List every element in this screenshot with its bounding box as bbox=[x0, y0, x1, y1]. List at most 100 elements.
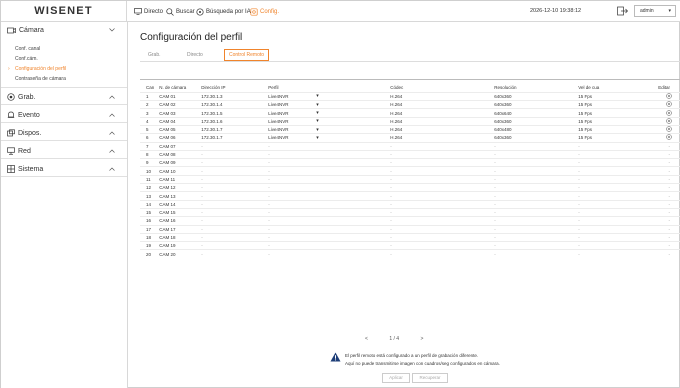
edit-icon[interactable] bbox=[666, 101, 673, 107]
tab-record[interactable]: Grab. bbox=[148, 49, 161, 61]
datetime-display: 2026-12-10 19:38:12 bbox=[530, 8, 582, 14]
cell-profile-select[interactable]: ▾ bbox=[316, 109, 390, 117]
nav-live[interactable]: Directo bbox=[134, 1, 163, 22]
page-title: Configuración del perfil bbox=[140, 32, 243, 43]
cell-codec: - bbox=[390, 185, 392, 191]
cell-ip: - bbox=[201, 234, 203, 240]
logout-icon[interactable] bbox=[617, 6, 628, 16]
sidebar-item-camera-password[interactable]: Contraseña de cámara bbox=[15, 76, 66, 82]
bell-icon bbox=[7, 111, 15, 118]
dropdown-caret-icon: ▾ bbox=[316, 126, 319, 133]
edit-icon[interactable] bbox=[666, 134, 673, 141]
restore-button[interactable]: Recuperar bbox=[412, 373, 448, 383]
cell-edit: - bbox=[668, 143, 671, 149]
cell-profile-select[interactable]: ▾ bbox=[316, 117, 390, 125]
table-row: 7 CAM 07 - - - - - - bbox=[140, 142, 680, 150]
cell-profile-select bbox=[316, 208, 390, 216]
sidebar-group-camera-label: Cámara bbox=[19, 27, 44, 34]
cell-framerate: - bbox=[578, 243, 580, 249]
table-row: 3 CAM 03 172.30.1.5 Live4NVR ▾ H.264 640x640 15… bbox=[140, 108, 680, 117]
tab-live[interactable]: Directo bbox=[187, 49, 203, 61]
cell-framerate: - bbox=[578, 218, 580, 224]
sidebar-group-camera[interactable]: Cámara bbox=[1, 23, 127, 38]
cell-edit[interactable] bbox=[658, 109, 680, 117]
dropdown-caret-icon: ▾ bbox=[316, 101, 319, 108]
cell-edit[interactable] bbox=[658, 117, 680, 125]
sidebar-group-event[interactable]: Evento bbox=[1, 108, 127, 123]
camera-icon bbox=[7, 27, 16, 34]
sidebar-group-device-label: Dispos. bbox=[18, 129, 42, 137]
sidebar: Cámara Conf. canal Conf.cám. › Configurac… bbox=[1, 22, 128, 388]
edit-icon[interactable] bbox=[666, 126, 673, 132]
cell-profile-select bbox=[316, 167, 390, 175]
sidebar-item-camera-setup[interactable]: Conf.cám. bbox=[15, 56, 38, 62]
cell-profile-select bbox=[316, 225, 390, 233]
nav-setup[interactable]: Config. bbox=[250, 1, 279, 22]
cell-resolution: 640x640 bbox=[494, 110, 512, 116]
cell-edit: - bbox=[668, 243, 671, 249]
chevron-down-icon bbox=[109, 28, 115, 32]
cell-profile: Live4NVR bbox=[268, 93, 289, 99]
user-select[interactable]: admin ▾ bbox=[634, 5, 676, 17]
edit-icon[interactable] bbox=[666, 109, 673, 116]
cell-profile-select[interactable]: ▾ bbox=[316, 92, 390, 100]
cell-profile: - bbox=[268, 251, 270, 257]
chevron-up-icon bbox=[109, 167, 115, 171]
cell-resolution: 640x480 bbox=[494, 127, 512, 133]
cell-profile-select[interactable]: ▾ bbox=[316, 125, 390, 133]
sidebar-group-event-label: Evento bbox=[18, 111, 40, 119]
cell-camera-name: CAM 15 bbox=[159, 210, 176, 216]
cell-resolution: - bbox=[494, 176, 496, 182]
cell-profile-select[interactable]: ▾ bbox=[316, 101, 390, 109]
info-note-line-2: Aquí no puede transmitirse imagen con cu… bbox=[345, 360, 500, 366]
col-header-framerate: Vel de cua bbox=[578, 85, 600, 91]
cell-resolution: - bbox=[494, 218, 496, 224]
sidebar-item-profile-setup[interactable]: › Configuración del perfil bbox=[8, 66, 66, 72]
cell-framerate: - bbox=[578, 201, 580, 207]
table-row: 6 CAM 06 172.30.1.7 Live4NVR ▾ H.264 640x360 15… bbox=[140, 133, 680, 142]
sidebar-group-record[interactable]: Grab. bbox=[1, 90, 127, 105]
cell-edit[interactable] bbox=[658, 134, 680, 142]
table-row: 2 CAM 02 172.30.1.4 Live4NVR ▾ H.264 640x360 15… bbox=[140, 100, 680, 109]
cell-ip: 172.30.1.4 bbox=[201, 102, 223, 108]
cell-profile: Live4NVR bbox=[268, 102, 289, 108]
nav-ai-search[interactable]: Búsqueda por IA bbox=[196, 1, 251, 22]
cell-profile-select bbox=[316, 184, 390, 192]
sidebar-group-network[interactable]: Red bbox=[1, 144, 127, 159]
chevron-up-icon bbox=[109, 131, 115, 135]
cell-codec: - bbox=[390, 243, 392, 249]
sidebar-item-channel-setup[interactable]: Conf. canal bbox=[15, 46, 40, 52]
tab-remote[interactable]: Control Remoto bbox=[224, 49, 270, 61]
cell-framerate: - bbox=[578, 143, 580, 149]
pagination-next[interactable]: > bbox=[420, 336, 423, 342]
table-body: 1 CAM 01 172.30.1.3 Live4NVR ▾ H.264 640x360 15… bbox=[140, 92, 680, 258]
cell-channel: 13 bbox=[146, 193, 152, 199]
cell-channel: 16 bbox=[146, 218, 152, 224]
cell-edit[interactable] bbox=[658, 92, 680, 100]
edit-icon[interactable] bbox=[666, 118, 673, 124]
cell-edit[interactable] bbox=[658, 125, 680, 133]
dropdown-caret-icon: ▾ bbox=[316, 134, 319, 141]
cell-framerate: 15 Fps bbox=[578, 110, 593, 116]
cell-camera-name: CAM 19 bbox=[159, 243, 176, 249]
cell-resolution: 640x360 bbox=[494, 118, 512, 124]
nav-search[interactable]: Buscar bbox=[166, 1, 195, 22]
apply-button[interactable]: Aplicar bbox=[382, 373, 410, 383]
cell-channel: 11 bbox=[146, 176, 151, 182]
cell-profile-select bbox=[316, 200, 390, 208]
cell-channel: 2 bbox=[146, 102, 149, 108]
cell-profile-select[interactable]: ▾ bbox=[316, 134, 390, 142]
cell-channel: 9 bbox=[146, 160, 149, 166]
pagination-prev[interactable]: < bbox=[365, 336, 368, 342]
table-row: 10 CAM 10 - - - - - - bbox=[140, 166, 680, 175]
sidebar-group-system[interactable]: Sistema bbox=[1, 162, 127, 177]
sidebar-group-device[interactable]: Dispos. bbox=[1, 126, 127, 141]
cell-resolution: 640x360 bbox=[494, 93, 512, 99]
cell-ip: - bbox=[201, 201, 203, 207]
table-row: 17 CAM 17 - - - - - - bbox=[140, 225, 680, 233]
edit-icon[interactable] bbox=[666, 93, 673, 99]
cell-ip: - bbox=[201, 226, 203, 232]
cell-profile-select bbox=[316, 233, 390, 241]
cell-resolution: - bbox=[494, 243, 496, 249]
cell-edit[interactable] bbox=[658, 101, 680, 109]
